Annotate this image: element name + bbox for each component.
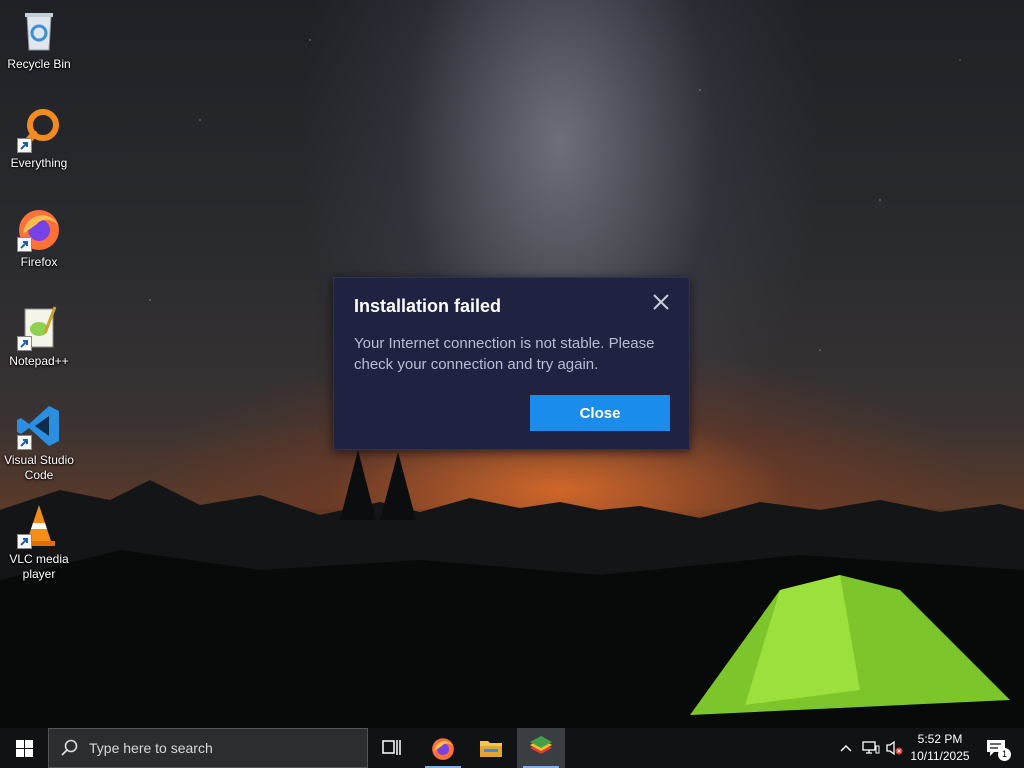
desktop-icon-everything[interactable]: Everything xyxy=(0,101,78,171)
close-icon[interactable] xyxy=(651,292,671,312)
file-explorer-icon xyxy=(480,741,502,757)
volume-muted-icon xyxy=(886,740,903,756)
dialog-title: Installation failed xyxy=(354,296,502,316)
dialog-message: Your Internet connection is not stable. … xyxy=(354,335,655,373)
clock-date: 10/11/2025 xyxy=(910,749,970,763)
start-button[interactable] xyxy=(0,728,48,768)
installation-failed-dialog: Installation failed Your Internet connec… xyxy=(333,277,690,450)
recycle-bin-icon xyxy=(15,6,63,54)
shortcut-arrow-icon xyxy=(17,435,32,450)
volume-button[interactable] xyxy=(883,728,905,768)
desktop-icon-vscode[interactable]: Visual Studio Code xyxy=(0,398,78,483)
action-center-button[interactable]: 1 xyxy=(976,728,1016,768)
taskbar-clock[interactable]: 5:52 PM 10/11/2025 xyxy=(904,731,976,765)
taskbar: 5:52 PM 10/11/2025 1 xyxy=(0,728,1024,768)
taskbar-firefox[interactable] xyxy=(419,728,467,768)
search-icon xyxy=(61,739,78,756)
chevron-up-icon xyxy=(840,744,852,752)
desktop-icon-firefox[interactable]: Firefox xyxy=(0,200,78,270)
close-button[interactable]: Close xyxy=(530,395,670,431)
desktop-icon-label: VLC media player xyxy=(9,552,69,581)
taskbar-search-box[interactable] xyxy=(48,728,368,768)
desktop-icon-vlc[interactable]: VLC media player xyxy=(0,497,78,582)
notification-count-badge: 1 xyxy=(998,748,1011,761)
desktop-icon-label: Recycle Bin xyxy=(7,57,71,71)
everything-search-icon xyxy=(15,105,63,153)
bluestacks-icon xyxy=(530,736,552,754)
shortcut-arrow-icon xyxy=(17,534,32,549)
firefox-icon xyxy=(15,204,63,252)
network-button[interactable] xyxy=(860,728,882,768)
taskbar-bluestacks[interactable] xyxy=(517,728,565,768)
task-view-icon xyxy=(382,740,401,755)
desktop-icon-notepad-plus-plus[interactable]: Notepad++ xyxy=(0,299,78,369)
taskbar-file-explorer[interactable] xyxy=(467,728,515,768)
shortcut-arrow-icon xyxy=(17,138,32,153)
desktop-icon-recycle-bin[interactable]: Recycle Bin xyxy=(0,2,78,72)
desktop-icon-label: Firefox xyxy=(20,255,58,269)
search-input[interactable] xyxy=(87,739,351,757)
desktop-icon-label: Visual Studio Code xyxy=(4,453,74,482)
windows-logo-icon xyxy=(15,739,33,757)
show-hidden-icons-button[interactable] xyxy=(836,728,856,768)
shortcut-arrow-icon xyxy=(17,237,32,252)
firefox-icon xyxy=(432,738,454,760)
desktop-icon-label: Everything xyxy=(10,156,68,170)
shortcut-arrow-icon xyxy=(17,336,32,351)
desktop-icon-label: Notepad++ xyxy=(9,354,69,368)
vlc-icon xyxy=(15,501,63,549)
network-icon xyxy=(862,741,880,754)
notepad-plus-plus-icon xyxy=(15,303,63,351)
clock-time: 5:52 PM xyxy=(917,732,963,746)
task-view-button[interactable] xyxy=(368,728,416,768)
vscode-icon xyxy=(15,402,63,450)
wallpaper-landscape xyxy=(0,450,1024,730)
